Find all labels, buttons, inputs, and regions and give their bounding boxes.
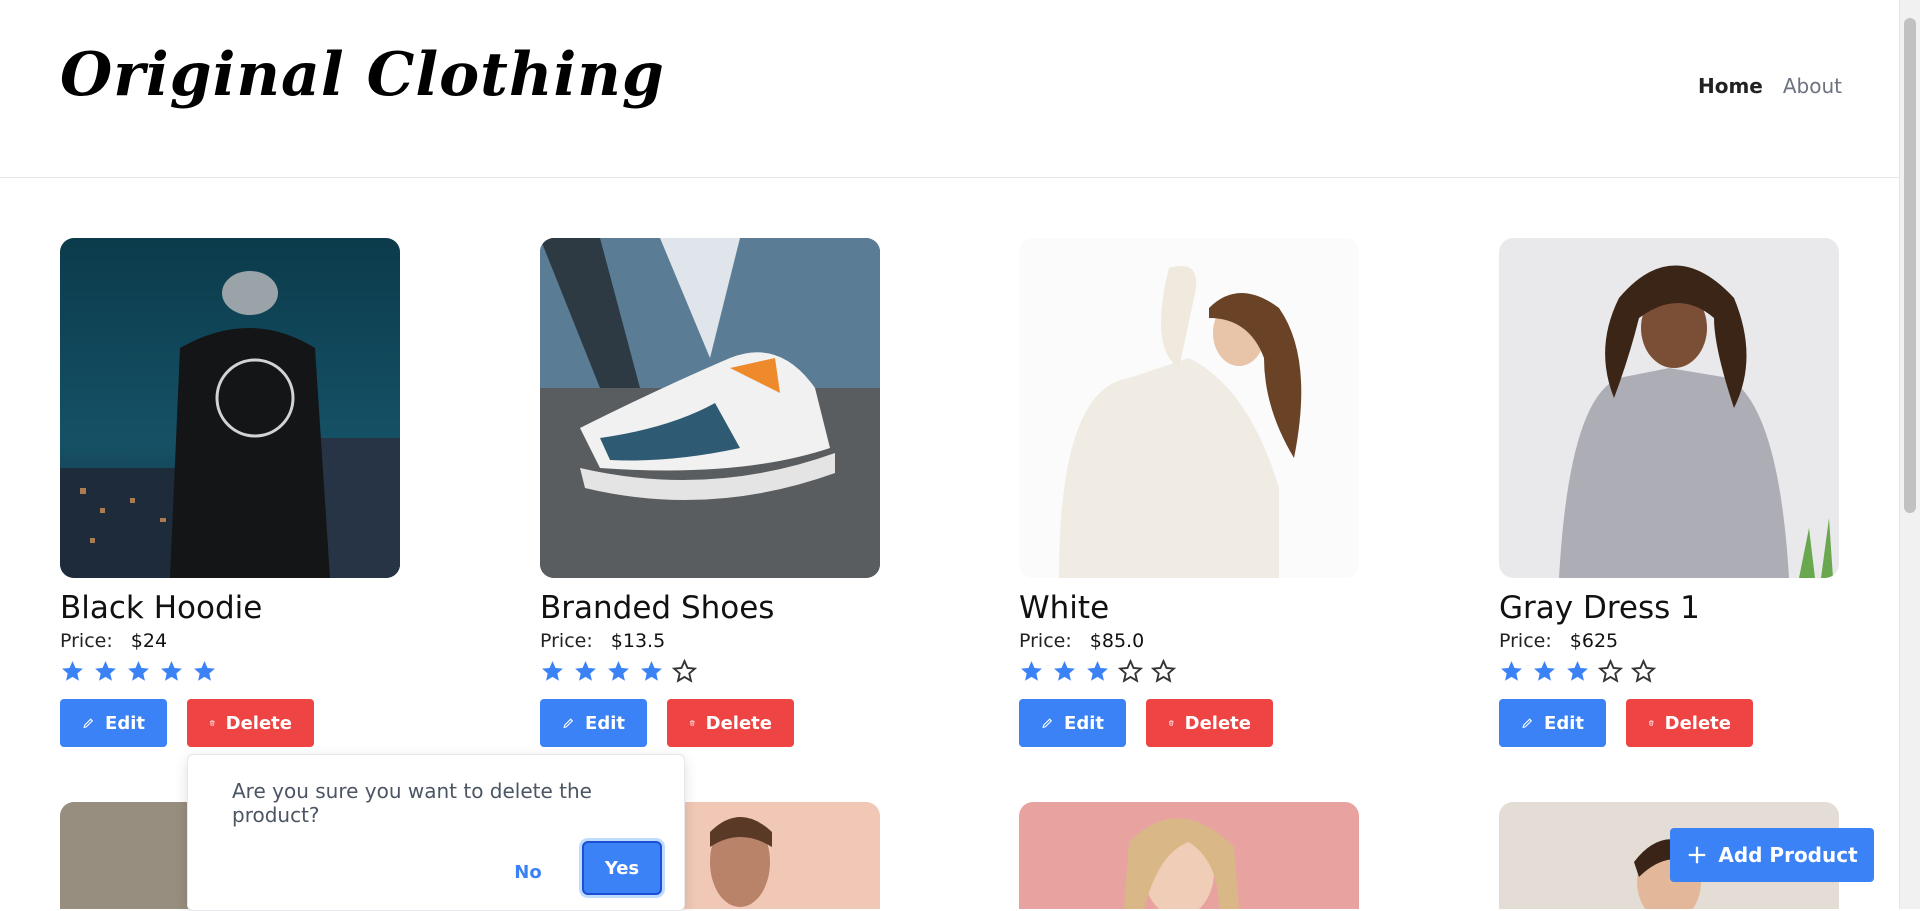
star-filled-icon	[1087, 661, 1108, 681]
delete-button-label: Delete	[225, 712, 292, 734]
edit-button-label: Edit	[585, 712, 625, 734]
add-product-button[interactable]: Add Product	[1670, 828, 1874, 882]
delete-button[interactable]: Delete	[187, 699, 314, 747]
delete-button-label: Delete	[1184, 712, 1251, 734]
edit-button[interactable]: Edit	[60, 699, 167, 747]
star-filled-icon	[542, 661, 563, 681]
star-empty-icon	[1631, 659, 1656, 683]
price-label: Price:	[1499, 630, 1552, 652]
trash-icon	[1649, 720, 1654, 726]
delete-button[interactable]: Delete	[1626, 699, 1753, 747]
confirm-message: Are you sure you want to delete the prod…	[232, 779, 592, 827]
edit-button[interactable]: Edit	[1499, 699, 1606, 747]
price-value: $85.0	[1089, 630, 1145, 652]
star-filled-icon	[1021, 661, 1042, 681]
star-empty-icon	[1118, 659, 1143, 683]
price-row: Price: $625	[1499, 630, 1839, 652]
product-card: Gray Dress 1 Price: $625 Edit Delete	[1499, 238, 1839, 747]
product-image-hoodie[interactable]	[60, 238, 400, 578]
star-filled-icon	[608, 661, 629, 681]
product-name: Branded Shoes	[540, 590, 775, 626]
delete-confirm-dialog: Are you sure you want to delete the prod…	[187, 754, 685, 911]
product-card: Black Hoodie Price: $24 Edit Delete	[60, 238, 400, 747]
star-filled-icon	[194, 661, 215, 681]
price-value: $24	[130, 630, 168, 652]
star-filled-icon	[575, 661, 596, 681]
trash-icon	[210, 720, 215, 726]
card-actions: Edit Delete	[540, 699, 880, 747]
nav-home-link[interactable]: Home	[1698, 74, 1763, 98]
star-filled-icon	[1054, 661, 1075, 681]
edit-button[interactable]: Edit	[1019, 699, 1126, 747]
product-name: Black Hoodie	[60, 590, 263, 626]
rating-stars	[540, 659, 880, 685]
card-actions: Edit Delete	[60, 699, 400, 747]
price-label: Price:	[540, 630, 593, 652]
pencil-icon	[1522, 718, 1533, 729]
add-product-label: Add Product	[1718, 843, 1858, 867]
rating-stars	[1499, 659, 1839, 685]
product-card: White Price: $85.0 Edit Delete	[1019, 238, 1359, 747]
brand-logo[interactable]: Original Clothing	[60, 40, 665, 110]
product-card: Branded Shoes Price: $13.5 Edit Delete	[540, 238, 880, 747]
delete-button-label: Delete	[1664, 712, 1731, 734]
card-actions: Edit Delete	[1019, 699, 1359, 747]
trash-icon	[690, 720, 695, 726]
edit-button[interactable]: Edit	[540, 699, 647, 747]
price-label: Price:	[60, 630, 113, 652]
nav-about-link[interactable]: About	[1783, 74, 1842, 98]
price-value: $625	[1569, 630, 1619, 652]
star-filled-icon	[1501, 661, 1522, 681]
price-row: Price: $85.0	[1019, 630, 1359, 652]
rating-stars	[1019, 659, 1359, 685]
product-image-shoes[interactable]	[540, 238, 880, 578]
product-image-partial[interactable]	[1019, 802, 1359, 909]
trash-icon	[1169, 720, 1174, 726]
delete-button[interactable]: Delete	[1146, 699, 1273, 747]
star-filled-icon	[1567, 661, 1588, 681]
product-name: White	[1019, 590, 1110, 626]
confirm-no-button[interactable]: No	[506, 848, 550, 896]
page-scrollbar[interactable]	[1899, 0, 1920, 909]
star-filled-icon	[62, 661, 83, 681]
star-empty-icon	[1598, 659, 1623, 683]
price-row: Price: $13.5	[540, 630, 880, 652]
pencil-icon	[1042, 718, 1053, 729]
rating-stars	[60, 659, 400, 685]
star-filled-icon	[161, 661, 182, 681]
star-empty-icon	[1151, 659, 1176, 683]
price-value: $13.5	[610, 630, 666, 652]
plus-icon	[1689, 846, 1706, 864]
delete-button-label: Delete	[705, 712, 772, 734]
delete-button[interactable]: Delete	[667, 699, 794, 747]
star-filled-icon	[95, 661, 116, 681]
product-image-gray-dress[interactable]	[1499, 238, 1839, 578]
scrollbar-thumb[interactable]	[1904, 18, 1916, 513]
confirm-yes-button[interactable]: Yes	[582, 841, 662, 895]
price-row: Price: $24	[60, 630, 400, 652]
star-filled-icon	[641, 661, 662, 681]
card-actions: Edit Delete	[1499, 699, 1839, 747]
price-label: Price:	[1019, 630, 1072, 652]
site-header: Original Clothing Home About	[0, 0, 1900, 178]
edit-button-label: Edit	[105, 712, 145, 734]
star-empty-icon	[672, 659, 697, 683]
edit-button-label: Edit	[1064, 712, 1104, 734]
product-name: Gray Dress 1	[1499, 590, 1700, 626]
product-image-white[interactable]	[1019, 238, 1359, 578]
pencil-icon	[83, 718, 94, 729]
star-filled-icon	[1534, 661, 1555, 681]
main-nav: Home About	[1698, 74, 1842, 98]
pencil-icon	[563, 718, 574, 729]
star-filled-icon	[128, 661, 149, 681]
edit-button-label: Edit	[1544, 712, 1584, 734]
